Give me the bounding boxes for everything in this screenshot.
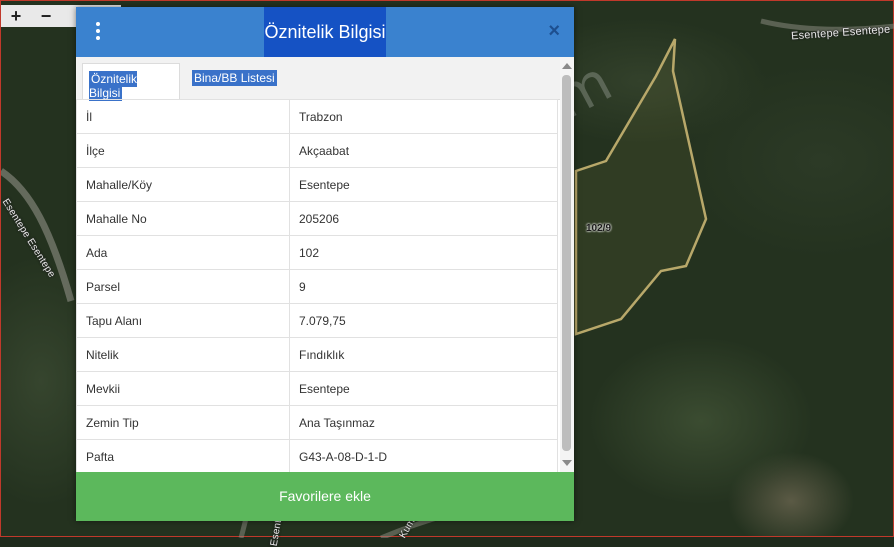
attribute-info-dialog: Öznitelik Bilgisi × Öznitelik Bilgisi Bi… [76, 7, 574, 521]
table-row: Pafta G43-A-08-D-1-D [76, 439, 558, 472]
table-row: İlçe Akçaabat [76, 133, 558, 168]
scrollbar[interactable] [560, 57, 574, 472]
row-key: Mahalle No [76, 201, 290, 236]
table-row: Mahalle/Köy Esentepe [76, 167, 558, 202]
scroll-down-arrow-icon[interactable] [562, 460, 572, 466]
table-row: Parsel 9 [76, 269, 558, 304]
scrollbar-thumb[interactable] [562, 75, 571, 451]
attribute-table-container[interactable]: İl Trabzon İlçe Akçaabat Mahalle/Köy Esente… [76, 99, 560, 472]
row-key: Zemin Tip [76, 405, 290, 440]
row-value: 9 [289, 269, 558, 304]
zoom-out-button[interactable]: − [31, 6, 61, 27]
row-key: Ada [76, 235, 290, 270]
dialog-title: Öznitelik Bilgisi [264, 7, 386, 57]
row-value: Esentepe [289, 167, 558, 202]
row-value: G43-A-08-D-1-D [289, 439, 558, 472]
row-value: 7.079,75 [289, 303, 558, 338]
add-to-favorites-button[interactable]: Favorilere ekle [76, 472, 574, 521]
parcel-outline [574, 38, 708, 336]
dialog-header: Öznitelik Bilgisi × [76, 7, 574, 57]
row-value: Akçaabat [289, 133, 558, 168]
table-row: Zemin Tip Ana Taşınmaz [76, 405, 558, 440]
row-key: Mahalle/Köy [76, 167, 290, 202]
table-row: İl Trabzon [76, 99, 558, 134]
row-key: Pafta [76, 439, 290, 472]
tab-bar: Öznitelik Bilgisi Bina/BB Listesi [76, 57, 560, 101]
row-value: Trabzon [289, 99, 558, 134]
row-key: Parsel [76, 269, 290, 304]
zoom-in-button[interactable]: + [1, 6, 31, 27]
parcel-label: 102/9 [586, 223, 612, 234]
tab-label: Öznitelik Bilgisi [89, 71, 138, 101]
row-key: Nitelik [76, 337, 290, 372]
attribute-table: İl Trabzon İlçe Akçaabat Mahalle/Köy Esente… [76, 99, 558, 472]
tab-attribute-info[interactable]: Öznitelik Bilgisi [82, 63, 180, 101]
scroll-up-arrow-icon[interactable] [562, 63, 572, 69]
row-key: İl [76, 99, 290, 134]
row-value: Esentepe [289, 371, 558, 406]
table-row: Mevkii Esentepe [76, 371, 558, 406]
table-row: Ada 102 [76, 235, 558, 270]
tab-building-list[interactable]: Bina/BB Listesi [186, 63, 283, 99]
more-vertical-icon[interactable] [94, 22, 102, 42]
row-value: 102 [289, 235, 558, 270]
row-key: İlçe [76, 133, 290, 168]
row-value: Ana Taşınmaz [289, 405, 558, 440]
row-value: 205206 [289, 201, 558, 236]
table-row: Tapu Alanı 7.079,75 [76, 303, 558, 338]
table-row: Nitelik Fındıklık [76, 337, 558, 372]
close-icon[interactable]: × [548, 21, 560, 41]
row-key: Mevkii [76, 371, 290, 406]
row-key: Tapu Alanı [76, 303, 290, 338]
row-value: Fındıklık [289, 337, 558, 372]
table-row: Mahalle No 205206 [76, 201, 558, 236]
tab-label: Bina/BB Listesi [192, 70, 277, 86]
